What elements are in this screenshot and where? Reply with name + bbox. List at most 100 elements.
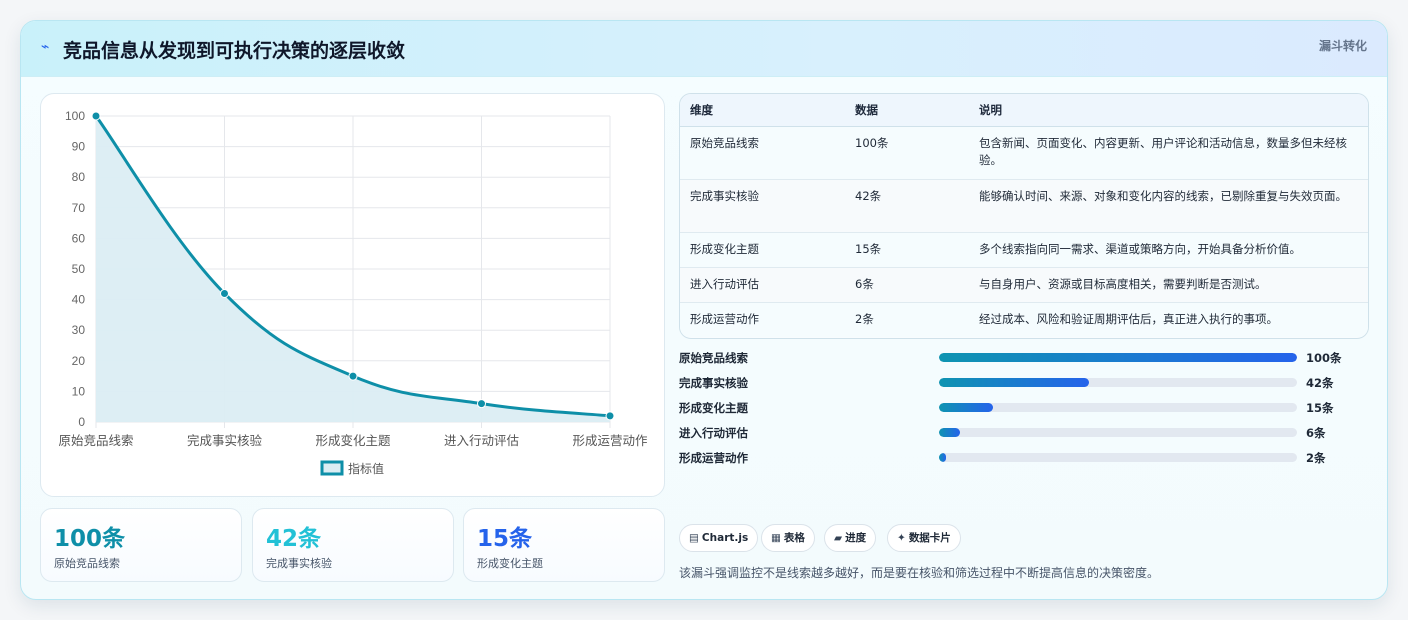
data-point xyxy=(91,111,101,121)
table-cell: 15条 xyxy=(845,232,969,268)
y-tick-label: 40 xyxy=(72,293,86,307)
table-cell: 经过成本、风险和验证周期评估后，真正进入执行的事项。 xyxy=(979,311,1278,326)
header-badge: 漏斗转化 xyxy=(1318,39,1367,53)
x-tick-label: 形成变化主题 xyxy=(315,433,391,448)
table-cell: 能够确认时间、来源、对象和变化内容的线索，已剔除重复与失效页面。 xyxy=(969,179,1368,233)
table-header-dimension: 维度 xyxy=(680,94,845,127)
table-cell: 进入行动评估 xyxy=(680,267,845,303)
sparkle-icon: ✦ xyxy=(897,532,906,544)
stat-label-1: 完成事实核验 xyxy=(266,557,332,570)
funnel-card: ⌁ 竞品信息从发现到可执行决策的逐层收敛 漏斗转化 0 10 20 30 40 50 60 7… xyxy=(20,20,1388,600)
table-cell: 原始竞品线索 xyxy=(680,126,845,180)
progress-row: 完成事实核验 42条 xyxy=(679,374,1369,392)
table-row: 形成运营动作 2条 经过成本、风险和验证周期评估后，真正进入执行的事项。 xyxy=(680,302,1368,337)
progress-fill xyxy=(939,353,1297,362)
y-tick-label: 0 xyxy=(78,415,85,429)
table-cell: 多个线索指向同一需求、渠道或策略方向，开始具备分析价值。 xyxy=(969,232,1368,268)
table-row: 进入行动评估 6条 与自身用户、资源或目标高度相关，需要判断是否测试。 xyxy=(680,267,1368,303)
progress-track xyxy=(939,353,1297,362)
data-point xyxy=(220,288,229,298)
progress-row: 原始竞品线索 100条 xyxy=(679,349,1369,367)
progress-label: 形成变化主题 xyxy=(679,401,748,415)
card-title: 竞品信息从发现到可执行决策的逐层收敛 xyxy=(63,40,406,62)
y-tick-label: 60 xyxy=(72,231,86,245)
line-chart-icon: ⌁ xyxy=(41,39,50,55)
tag-label: 表格 xyxy=(783,532,805,544)
footnote: 该漏斗强调监控不是线索越多越好，而是要在核验和筛选过程中不断提高信息的决策密度。 xyxy=(679,566,1160,580)
progress-value: 6条 xyxy=(1306,426,1326,440)
y-tick-label: 90 xyxy=(72,140,86,154)
table-cell: 42条 xyxy=(845,179,969,233)
stat-value-1: 42条 xyxy=(266,526,322,552)
table-icon: ▦ xyxy=(771,532,781,544)
progress-row: 形成变化主题 15条 xyxy=(679,399,1369,417)
stat-value-2: 15条 xyxy=(477,526,533,552)
table-row: 形成变化主题 15条 多个线索指向同一需求、渠道或策略方向，开始具备分析价值。 xyxy=(680,232,1368,268)
y-tick-label: 100 xyxy=(65,109,85,123)
chart-panel: 0 10 20 30 40 50 60 70 80 90 100 原始竞品线索 完成事实核验 形成变化主题… xyxy=(40,93,665,497)
progress-fill xyxy=(939,453,947,462)
stat-card-2: 15条 形成变化主题 xyxy=(463,508,665,582)
progress-value: 100条 xyxy=(1306,351,1342,365)
progress-fill xyxy=(939,403,993,412)
progress-value: 2条 xyxy=(1306,451,1326,465)
progress-fill xyxy=(939,428,961,437)
progress-icon: ▰ xyxy=(834,532,843,544)
table-header-description: 说明 xyxy=(969,94,1368,127)
funnel-line-chart: 0 10 20 30 40 50 60 70 80 90 100 原始竞品线索 完成事实核验 形成变化主题… xyxy=(58,109,648,476)
table-cell: 形成运营动作 xyxy=(690,311,759,326)
stat-label-2: 形成变化主题 xyxy=(477,557,543,570)
progress-value: 42条 xyxy=(1306,376,1334,390)
table-header-row: 维度 数据 说明 xyxy=(680,94,1368,127)
tag-data-card[interactable]: ✦ 数据卡片 xyxy=(887,524,961,552)
legend-swatch xyxy=(320,460,344,476)
progress-label: 形成运营动作 xyxy=(679,451,748,465)
table-cell: 与自身用户、资源或目标高度相关，需要判断是否测试。 xyxy=(969,267,1368,303)
table-cell: 形成变化主题 xyxy=(680,232,845,268)
table-row: 完成事实核验 42条 能够确认时间、来源、对象和变化内容的线索，已剔除重复与失效… xyxy=(680,179,1368,233)
tag-table[interactable]: ▦ 表格 xyxy=(761,524,815,552)
x-tick-label: 完成事实核验 xyxy=(187,433,263,448)
progress-fill xyxy=(939,378,1090,387)
tag-progress[interactable]: ▰ 进度 xyxy=(824,524,877,552)
x-tick-label: 形成运营动作 xyxy=(572,433,648,448)
progress-row: 进入行动评估 6条 xyxy=(679,424,1369,442)
x-tick-label: 进入行动评估 xyxy=(444,433,519,448)
progress-label: 完成事实核验 xyxy=(679,376,748,390)
tag-chartjs[interactable]: ▤ Chart.js xyxy=(679,524,759,552)
y-tick-label: 80 xyxy=(72,170,86,184)
data-point xyxy=(348,371,358,381)
progress-track xyxy=(939,378,1297,387)
progress-value: 15条 xyxy=(1306,401,1334,415)
stat-value-0: 100条 xyxy=(54,526,126,552)
data-point xyxy=(477,399,486,409)
y-tick-label: 50 xyxy=(72,262,86,276)
table-row: 原始竞品线索 100条 包含新闻、页面变化、内容更新、用户评论和活动信息，数量多… xyxy=(680,126,1368,180)
progress-track xyxy=(939,403,1297,412)
x-tick-label: 原始竞品线索 xyxy=(58,433,133,448)
data-point xyxy=(605,411,615,421)
table-cell: 2条 xyxy=(855,311,874,326)
legend-label: 指标值 xyxy=(348,461,384,476)
tag-label: 数据卡片 xyxy=(908,532,951,544)
progress-row: 形成运营动作 2条 xyxy=(679,449,1369,467)
card-header: ⌁ 竞品信息从发现到可执行决策的逐层收敛 漏斗转化 xyxy=(21,21,1387,77)
stat-label-0: 原始竞品线索 xyxy=(54,557,120,570)
y-tick-label: 10 xyxy=(72,384,86,398)
tag-label: Chart.js xyxy=(701,532,749,544)
progress-track xyxy=(939,428,1297,437)
stat-card-1: 42条 完成事实核验 xyxy=(252,508,454,582)
table-cell: 完成事实核验 xyxy=(680,179,845,233)
y-tick-label: 70 xyxy=(72,201,86,215)
tag-label: 进度 xyxy=(845,532,867,544)
y-tick-label: 20 xyxy=(72,354,86,368)
table-cell: 6条 xyxy=(845,267,969,303)
chart-icon: ▤ xyxy=(689,532,699,544)
progress-track xyxy=(939,453,1297,462)
table-cell: 包含新闻、页面变化、内容更新、用户评论和活动信息，数量多但未经核验。 xyxy=(969,126,1368,180)
y-tick-label: 30 xyxy=(72,323,86,337)
table-cell: 100条 xyxy=(845,126,969,180)
stat-card-0: 100条 原始竞品线索 xyxy=(40,508,242,582)
data-table: 维度 数据 说明 原始竞品线索 100条 包含新闻、页面变化、内容更新、用户评论… xyxy=(679,93,1369,339)
table-header-data: 数据 xyxy=(845,94,969,127)
